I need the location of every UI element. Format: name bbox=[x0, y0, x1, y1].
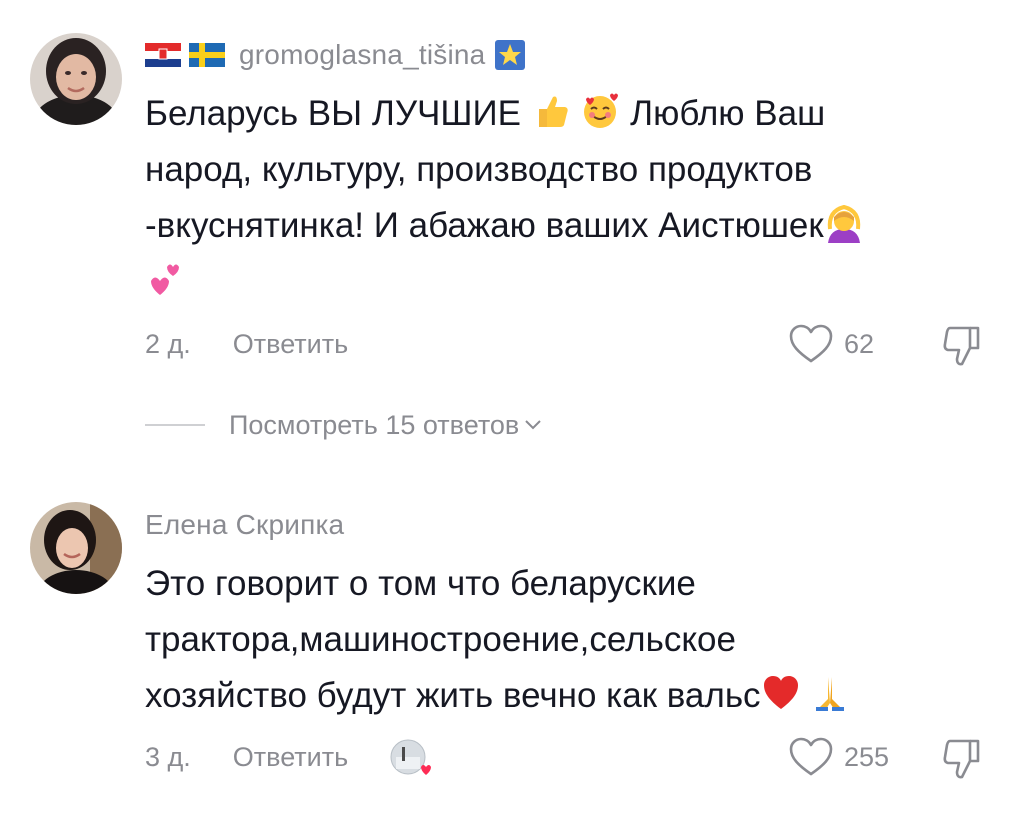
comment-text-line: Люблю Ваш bbox=[630, 94, 826, 133]
chevron-down-icon bbox=[525, 420, 541, 430]
like-count: 62 bbox=[844, 328, 875, 359]
smiling-face-with-hearts-icon bbox=[584, 93, 619, 128]
comment-text: Беларусь ВЫ ЛУЧШИЕ Люблю Ваш народ, куль… bbox=[145, 86, 985, 310]
comment-text-line: Беларусь ВЫ ЛУЧШИЕ bbox=[145, 94, 521, 133]
avatar[interactable] bbox=[30, 502, 122, 594]
heart-outline-icon bbox=[789, 324, 833, 363]
reply-button[interactable]: Ответить bbox=[233, 742, 348, 773]
glowing-star-icon bbox=[495, 40, 526, 70]
comment-text-line: хозяйство будут жить вечно как вальс bbox=[145, 676, 761, 715]
comment-meta: 3 д. Ответить bbox=[145, 737, 434, 777]
heart-outline-icon bbox=[789, 737, 833, 776]
dislike-icon[interactable] bbox=[940, 322, 986, 368]
comment-text-line: -вкуснятинка! И абажаю ваших Аистюшек bbox=[145, 206, 824, 245]
two-hearts-icon bbox=[151, 264, 179, 295]
comment-header: gromoglasna_tišina bbox=[145, 35, 526, 75]
divider-line bbox=[145, 424, 205, 426]
comment-item: Елена Скрипка Это говорит о том что бела… bbox=[0, 460, 1024, 827]
croatia-flag-icon bbox=[145, 43, 181, 67]
like-button[interactable]: 62 bbox=[788, 324, 874, 364]
person-gesturing-ok-icon bbox=[827, 204, 860, 243]
like-button[interactable]: 255 bbox=[788, 737, 889, 777]
dislike-icon[interactable] bbox=[940, 735, 986, 781]
comment-text: Это говорит о том что беларуские трактор… bbox=[145, 556, 985, 724]
comment-age: 2 д. bbox=[145, 328, 191, 359]
username[interactable]: gromoglasna_tišina bbox=[239, 39, 485, 71]
comment-age: 3 д. bbox=[145, 741, 191, 772]
red-heart-icon bbox=[763, 676, 798, 709]
username[interactable]: Елена Скрипка bbox=[145, 509, 344, 541]
comment-meta: 2 д. Ответить bbox=[145, 324, 348, 364]
thumbs-up-icon bbox=[538, 96, 568, 127]
reply-button[interactable]: Ответить bbox=[233, 329, 348, 360]
folded-hands-icon bbox=[816, 677, 845, 711]
comment-text-line: Это говорит о том что беларуские bbox=[145, 564, 696, 603]
view-replies-button[interactable]: Посмотреть 15 ответов bbox=[145, 405, 543, 445]
sweden-flag-icon bbox=[189, 43, 225, 67]
comment-item: gromoglasna_tišina Беларусь ВЫ ЛУЧШИЕ Лю… bbox=[0, 0, 1024, 460]
view-replies-label: Посмотреть 15 ответов bbox=[229, 409, 520, 440]
creator-liked-icon bbox=[390, 739, 432, 775]
comment-text-line: трактора,машиностроение,сельское bbox=[145, 620, 736, 659]
comment-text-line: народ, культуру, производство продуктов bbox=[145, 150, 813, 189]
comment-header: Елена Скрипка bbox=[145, 505, 344, 545]
avatar[interactable] bbox=[30, 33, 122, 125]
like-count: 255 bbox=[844, 741, 890, 772]
